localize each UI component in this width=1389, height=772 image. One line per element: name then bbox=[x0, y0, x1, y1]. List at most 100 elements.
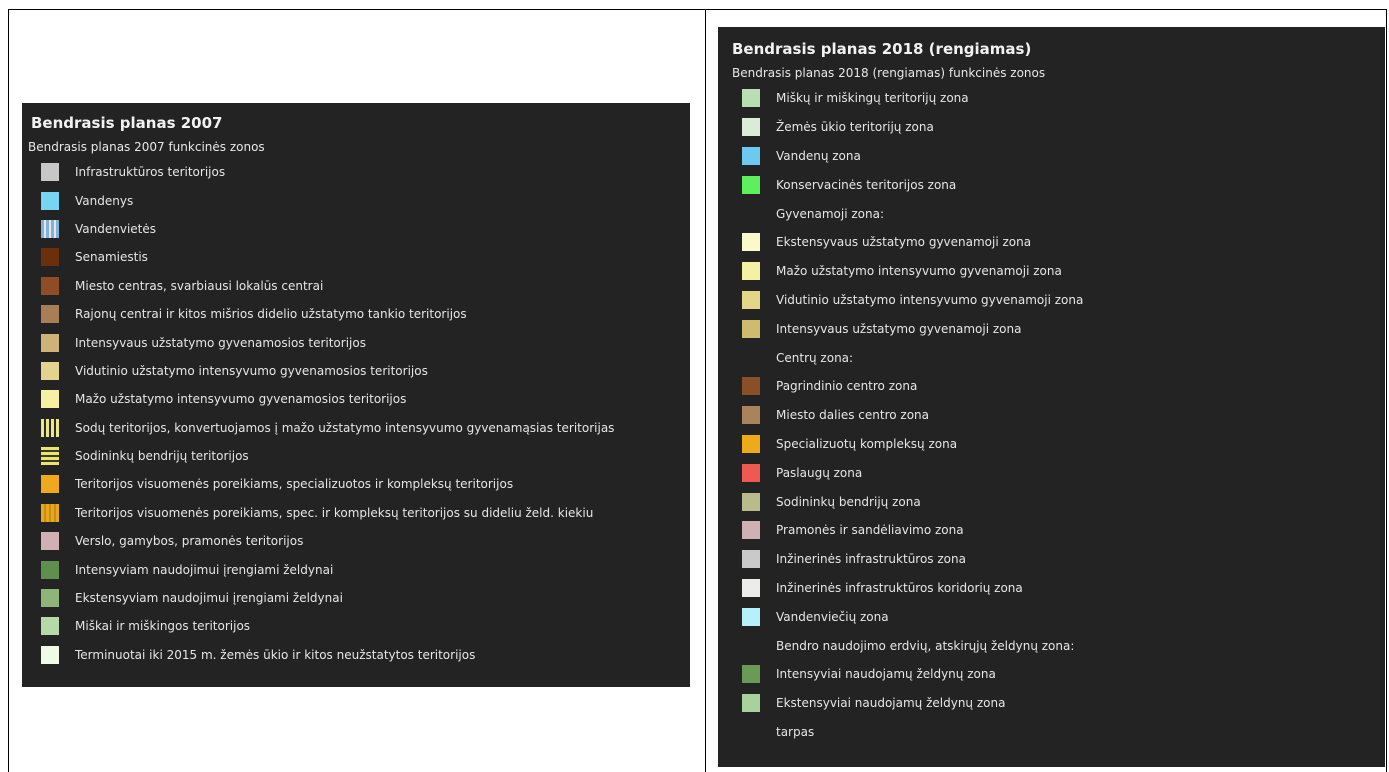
legend-item-label: Rajonų centrai ir kitos mišrios didelio … bbox=[75, 307, 467, 322]
swatch-icon bbox=[742, 694, 760, 713]
legend-item-label: Vandenviečių zona bbox=[776, 609, 889, 624]
swatch-icon bbox=[742, 290, 760, 309]
legend-item: Mažo užstatymo intensyvumo gyvenamoji zo… bbox=[732, 257, 1385, 286]
legend-item: Vandenų zona bbox=[732, 142, 1385, 171]
legend-item: Žemės ūkio teritorijų zona bbox=[732, 113, 1385, 142]
legend-item-label: Pramonės ir sandėliavimo zona bbox=[776, 523, 964, 538]
legend-item-label: Inžinerinės infrastruktūros koridorių zo… bbox=[776, 580, 1023, 595]
legend-item-label: Konservacinės teritorijos zona bbox=[776, 177, 957, 192]
column-divider bbox=[705, 9, 706, 772]
legend-item: Pagrindinio centro zona bbox=[732, 372, 1385, 401]
legend-item: Inžinerinės infrastruktūros koridorių zo… bbox=[732, 574, 1385, 603]
swatch-icon bbox=[742, 463, 760, 482]
swatch-icon bbox=[742, 434, 760, 453]
legend-item-label: Verslo, gamybos, pramonės teritorijos bbox=[75, 534, 304, 549]
legend-list: Infrastruktūros teritorijos Vandenys Vande… bbox=[31, 158, 690, 669]
legend-item: Intensyviam naudojimui įrengiami želdyna… bbox=[31, 555, 690, 583]
legend-item-label: Bendro naudojimo erdvių, atskirųjų želdy… bbox=[776, 638, 1075, 653]
horizontal-stripe-swatch-icon bbox=[41, 447, 59, 466]
legend-item: Bendro naudojimo erdvių, atskirųjų želdy… bbox=[732, 631, 1385, 660]
swatch-icon bbox=[742, 578, 760, 597]
legend-item-label: Intensyviam naudojimui įrengiami želdyna… bbox=[75, 562, 334, 577]
legend-item: Sodų teritorijos, konvertuojamos į mažo … bbox=[31, 414, 690, 442]
swatch-icon bbox=[742, 118, 760, 137]
legend-item: Rajonų centrai ir kitos mišrios didelio … bbox=[31, 300, 690, 328]
swatch-icon bbox=[41, 532, 59, 551]
legend-item: Centrų zona: bbox=[732, 343, 1385, 372]
swatch-icon bbox=[742, 377, 760, 396]
legend-item: Vandenys bbox=[31, 186, 690, 214]
swatch-icon bbox=[41, 361, 59, 380]
legend-item: Infrastruktūros teritorijos bbox=[31, 158, 690, 186]
legend-item: Pramonės ir sandėliavimo zona bbox=[732, 516, 1385, 545]
legend-title: Bendrasis planas 2007 bbox=[31, 114, 223, 132]
legend-list: Miškų ir miškingų teritorijų zona Žemės ū… bbox=[732, 84, 1385, 746]
legend-item: Intensyvaus užstatymo gyvenamoji zona bbox=[732, 314, 1385, 343]
legend-item-label: Senamiestis bbox=[75, 250, 148, 265]
legend-item-label: Miškų ir miškingų teritorijų zona bbox=[776, 91, 969, 106]
legend-panel-2018: Bendrasis planas 2018 (rengiamas) Bendra… bbox=[718, 27, 1385, 767]
legend-item: Senamiestis bbox=[31, 243, 690, 271]
swatch-icon bbox=[41, 163, 59, 182]
swatch-icon bbox=[41, 390, 59, 409]
vertical-stripe-swatch-icon bbox=[41, 418, 59, 437]
legend-item: Vidutinio užstatymo intensyvumo gyvenamo… bbox=[732, 286, 1385, 315]
legend-item-label: Miškai ir miškingos teritorijos bbox=[75, 619, 251, 634]
legend-item-label: Infrastruktūros teritorijos bbox=[75, 165, 226, 180]
swatch-icon bbox=[41, 475, 59, 494]
empty-swatch-icon bbox=[742, 637, 760, 655]
legend-panel-2007: Bendrasis planas 2007 Bendrasis planas 2… bbox=[22, 103, 690, 687]
empty-swatch-icon bbox=[742, 205, 760, 223]
vertical-stripe-swatch-icon bbox=[41, 503, 59, 522]
legend-item-label: Vandenvietės bbox=[75, 221, 156, 236]
legend-title: Bendrasis planas 2018 (rengiamas) bbox=[732, 40, 1032, 58]
legend-item-label: Intensyviai naudojamų želdynų zona bbox=[776, 667, 996, 682]
legend-item-label: Teritorijos visuomenės poreikiams, spec.… bbox=[75, 505, 594, 520]
legend-item: Teritorijos visuomenės poreikiams, spec.… bbox=[31, 499, 690, 527]
swatch-icon bbox=[742, 175, 760, 194]
legend-item: Specializuotų kompleksų zona bbox=[732, 430, 1385, 459]
swatch-icon bbox=[41, 589, 59, 608]
legend-item: Ekstensyvaus užstatymo gyvenamoji zona bbox=[732, 228, 1385, 257]
legend-item-label: Intensyvaus užstatymo gyvenamoji zona bbox=[776, 321, 1022, 336]
legend-item: Inžinerinės infrastruktūros zona bbox=[732, 545, 1385, 574]
legend-item-label: Miesto dalies centro zona bbox=[776, 408, 929, 423]
legend-item-label: Centrų zona: bbox=[776, 350, 854, 365]
legend-item: Paslaugų zona bbox=[732, 458, 1385, 487]
legend-item-label: Ekstensyviam naudojimui įrengiami želdyn… bbox=[75, 591, 343, 606]
legend-item-label: Teritorijos visuomenės poreikiams, speci… bbox=[75, 477, 514, 492]
vertical-stripe-swatch-icon bbox=[41, 219, 59, 238]
swatch-icon bbox=[41, 305, 59, 324]
swatch-icon bbox=[742, 665, 760, 684]
swatch-icon bbox=[41, 333, 59, 352]
legend-item-label: Vidutinio užstatymo intensyvumo gyvenamo… bbox=[776, 292, 1084, 307]
empty-swatch-icon bbox=[742, 723, 760, 741]
legend-item-label: Intensyvaus užstatymo gyvenamosios terit… bbox=[75, 335, 366, 350]
legend-item: Vandenviečių zona bbox=[732, 602, 1385, 631]
legend-item: Miškai ir miškingos teritorijos bbox=[31, 612, 690, 640]
legend-item-label: Specializuotų kompleksų zona bbox=[776, 436, 958, 451]
legend-item: Mažo užstatymo intensyvumo gyvenamosios … bbox=[31, 385, 690, 413]
swatch-icon bbox=[41, 276, 59, 295]
legend-item: Vidutinio užstatymo intensyvumo gyvenamo… bbox=[31, 357, 690, 385]
legend-item: Vandenvietės bbox=[31, 215, 690, 243]
legend-item-label: Sodininkų bendrijų zona bbox=[776, 494, 921, 509]
swatch-icon bbox=[41, 617, 59, 636]
legend-item-label: tarpas bbox=[776, 724, 815, 739]
swatch-icon bbox=[41, 645, 59, 664]
legend-item-label: Vandenų zona bbox=[776, 148, 861, 163]
legend-item: Teritorijos visuomenės poreikiams, speci… bbox=[31, 470, 690, 498]
legend-item: Intensyviai naudojamų želdynų zona bbox=[732, 660, 1385, 689]
legend-item-label: Miesto centras, svarbiausi lokalūs centr… bbox=[75, 278, 324, 293]
swatch-icon bbox=[742, 521, 760, 540]
swatch-icon bbox=[742, 550, 760, 569]
legend-item: Verslo, gamybos, pramonės teritorijos bbox=[31, 527, 690, 555]
legend-item-label: Gyvenamoji zona: bbox=[776, 206, 884, 221]
swatch-icon bbox=[742, 89, 760, 108]
swatch-icon bbox=[742, 319, 760, 338]
legend-item-label: Sodininkų bendrijų teritorijos bbox=[75, 449, 249, 464]
swatch-icon bbox=[41, 560, 59, 579]
legend-item: Konservacinės teritorijos zona bbox=[732, 170, 1385, 199]
legend-subtitle: Bendrasis planas 2007 funkcinės zonos bbox=[28, 140, 265, 154]
swatch-icon bbox=[742, 233, 760, 252]
